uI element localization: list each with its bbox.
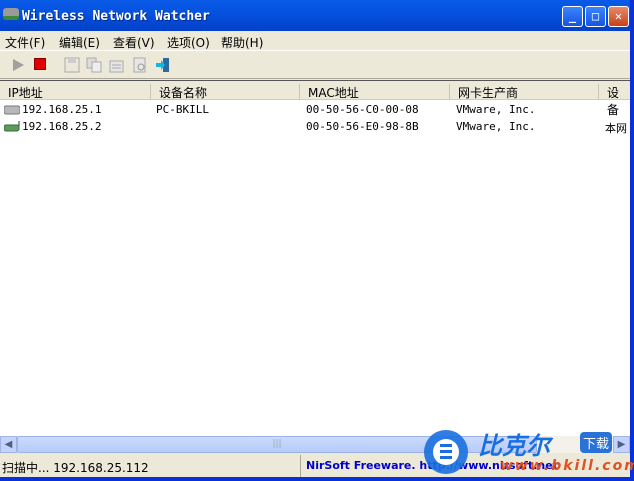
list-header: IP地址 设备名称 MAC地址 网卡生产商 设备: [0, 81, 630, 117]
menu-edit[interactable]: 编辑(E): [59, 34, 100, 51]
menu-options[interactable]: 选项(O): [167, 34, 210, 51]
copy-icon[interactable]: [86, 57, 102, 73]
column-mac[interactable]: MAC地址: [299, 84, 359, 100]
watermark-brand: 比克尔: [478, 432, 550, 460]
menu-file[interactable]: 文件(F): [5, 34, 45, 51]
watermark-logo-icon: [424, 430, 468, 474]
report-icon[interactable]: [132, 57, 148, 73]
vendor-cell: VMware, Inc.: [456, 103, 536, 116]
watermark: 比克尔 下载 www.bkill.com: [420, 426, 634, 478]
window-title: Wireless Network Watcher: [22, 9, 210, 24]
column-device-info[interactable]: 设备: [598, 84, 630, 117]
column-device-name[interactable]: 设备名称: [150, 84, 207, 100]
properties-icon[interactable]: [109, 57, 125, 73]
exit-icon[interactable]: [155, 57, 171, 73]
name-cell: PC-BKILL: [156, 103, 209, 116]
scroll-left-button[interactable]: ◀: [0, 436, 17, 453]
info-cell: 本网: [605, 122, 627, 135]
ip-cell: 192.168.25.1: [22, 103, 102, 116]
close-button[interactable]: ✕: [608, 6, 629, 27]
network-device-icon: [4, 121, 20, 132]
play-icon[interactable]: [10, 57, 26, 73]
mac-cell: 00-50-56-C0-00-08: [306, 103, 419, 116]
vendor-cell: VMware, Inc.: [456, 120, 536, 133]
watermark-url: www.bkill.com: [500, 458, 634, 474]
column-vendor[interactable]: 网卡生产商: [449, 84, 518, 100]
mac-cell: 00-50-56-E0-98-8B: [306, 120, 419, 133]
menu-view[interactable]: 查看(V): [113, 34, 155, 51]
app-icon: [3, 8, 19, 20]
menu-bar: 文件(F) 编辑(E) 查看(V) 选项(O) 帮助(H): [0, 31, 630, 51]
table-row[interactable]: 192.168.25.1 PC-BKILL 00-50-56-C0-00-08 …: [0, 101, 630, 118]
app-window: Wireless Network Watcher _ □ ✕ 文件(F) 编辑(…: [0, 0, 634, 481]
table-row[interactable]: 192.168.25.2 00-50-56-E0-98-8B VMware, I…: [0, 118, 630, 135]
title-bar[interactable]: Wireless Network Watcher _ □ ✕: [0, 0, 630, 31]
toolbar: [0, 52, 630, 79]
minimize-button[interactable]: _: [562, 6, 583, 27]
column-ip[interactable]: IP地址: [0, 84, 43, 100]
scan-status: 扫描中... 192.168.25.112: [2, 461, 149, 475]
router-icon: [4, 105, 20, 115]
save-icon[interactable]: [64, 57, 80, 73]
ip-cell: 192.168.25.2: [22, 120, 102, 133]
device-list[interactable]: IP地址 设备名称 MAC地址 网卡生产商 设备 192.168.25.1 PC…: [0, 80, 630, 436]
menu-help[interactable]: 帮助(H): [221, 34, 263, 51]
stop-icon[interactable]: [34, 58, 46, 70]
watermark-tag: 下载: [580, 432, 613, 453]
maximize-button[interactable]: □: [585, 6, 606, 27]
